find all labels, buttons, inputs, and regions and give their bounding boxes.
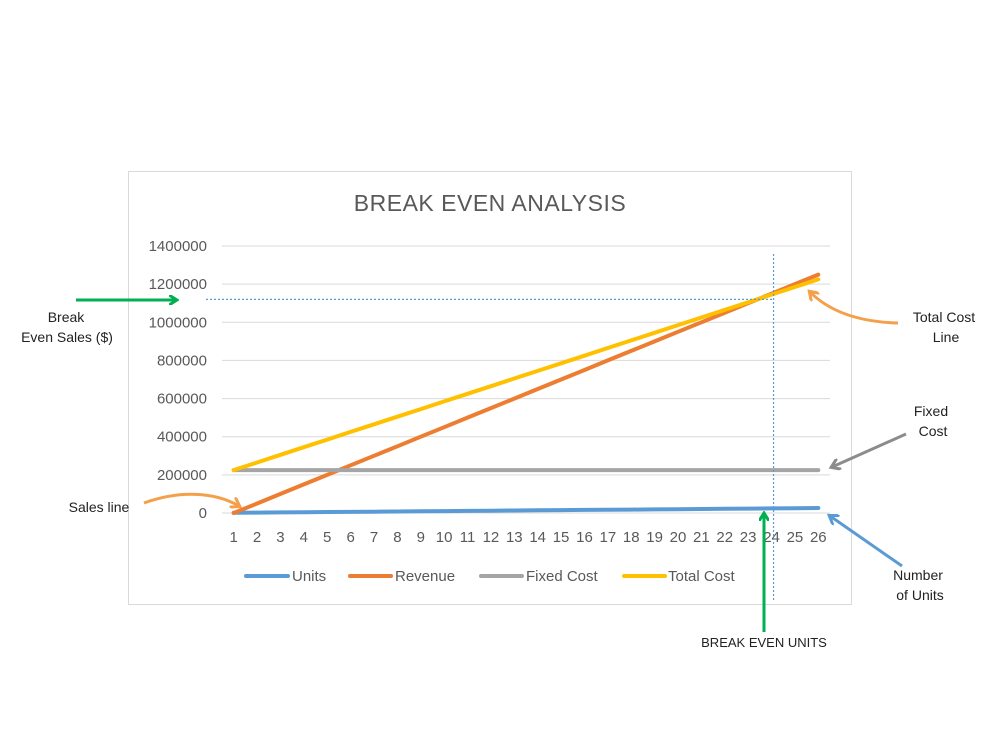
x-tick-label: 14: [529, 529, 546, 546]
orange-arrow-total-cost: [810, 292, 899, 325]
x-tick-label: 9: [417, 529, 425, 546]
x-tick-label: 1: [230, 529, 238, 546]
legend-label-revenue: Revenue: [395, 568, 455, 585]
number-units-label-2: of Units: [896, 587, 943, 603]
legend-label-fixed-cost: Fixed Cost: [526, 568, 599, 585]
x-tick-label: 8: [393, 529, 401, 546]
y-tick-label: 400000: [157, 429, 207, 446]
y-tick-label: 0: [199, 505, 207, 522]
legend-label-total-cost: Total Cost: [668, 568, 736, 585]
y-axis-ticks: 0 200000 400000 600000 800000 1000000 1200000 1…: [149, 238, 207, 522]
x-tick-label: 15: [553, 529, 570, 546]
x-tick-label: 6: [346, 529, 354, 546]
x-tick-label: 11: [460, 529, 476, 546]
x-tick-label: 23: [740, 529, 757, 546]
x-tick-label: 3: [276, 529, 284, 546]
y-tick-label: 1400000: [149, 238, 207, 255]
sales-line-label: Sales line: [69, 499, 130, 515]
x-tick-label: 26: [810, 529, 827, 546]
x-tick-label: 13: [506, 529, 523, 546]
x-tick-label: 21: [693, 529, 710, 546]
x-tick-label: 18: [623, 529, 640, 546]
x-tick-label: 7: [370, 529, 378, 546]
blue-arrow-number-units: [830, 516, 903, 568]
legend: Units Revenue Fixed Cost Total Cost: [244, 568, 736, 585]
series-line-revenue: [231, 272, 821, 515]
x-tick-label: 4: [300, 529, 308, 546]
fixed-cost-label-2: Cost: [919, 423, 948, 439]
x-tick-label: 16: [576, 529, 593, 546]
y-tick-label: 600000: [157, 391, 207, 408]
x-tick-label: 25: [787, 529, 804, 546]
fixed-cost-label-1: Fixed: [914, 403, 948, 419]
orange-arrow-sales-line: [143, 492, 239, 506]
break-even-sales-label-1: Break: [48, 309, 86, 325]
break-even-sales-label-2: Even Sales ($): [21, 329, 113, 345]
x-tick-label: 22: [716, 529, 733, 546]
break-even-units-label: BREAK EVEN UNITS: [701, 635, 827, 650]
series-line-units: [231, 506, 821, 515]
x-tick-label: 2: [253, 529, 261, 546]
y-tick-label: 800000: [157, 352, 207, 369]
legend-label-units: Units: [292, 568, 326, 585]
chart-svg: 0 200000 400000 600000 800000 1000000 1200000 1…: [21, 238, 975, 650]
annotation-number-units: Number of Units: [830, 516, 944, 603]
total-cost-label-1: Total Cost: [913, 309, 975, 325]
annotation-fixed-cost: Fixed Cost: [832, 403, 948, 467]
x-tick-label: 5: [323, 529, 331, 546]
x-tick-label: 24: [763, 529, 780, 546]
annotation-total-cost: Total Cost Line: [810, 292, 975, 345]
y-tick-label: 200000: [157, 467, 207, 484]
series-lines: [231, 272, 821, 515]
total-cost-label-2: Line: [933, 329, 960, 345]
x-tick-label: 12: [483, 529, 500, 546]
y-tick-label: 1000000: [149, 314, 207, 331]
series-line-total-cost: [231, 277, 821, 473]
x-tick-label: 17: [600, 529, 617, 546]
y-tick-label: 1200000: [149, 276, 207, 293]
gridlines: [222, 245, 830, 514]
break-even-guides: [206, 254, 775, 600]
gray-arrow-fixed-cost: [832, 432, 907, 467]
x-axis-ticks: 1 2 3 4 5 6 7 8 9 10 11 12 13 14 15 16 17 18 19 20 21 22 23 24 2…: [230, 529, 827, 546]
number-units-label-1: Number: [893, 567, 943, 583]
x-tick-label: 19: [646, 529, 663, 546]
x-tick-label: 20: [670, 529, 687, 546]
annotation-sales-line: Sales line: [69, 492, 239, 515]
x-tick-label: 10: [436, 529, 453, 546]
